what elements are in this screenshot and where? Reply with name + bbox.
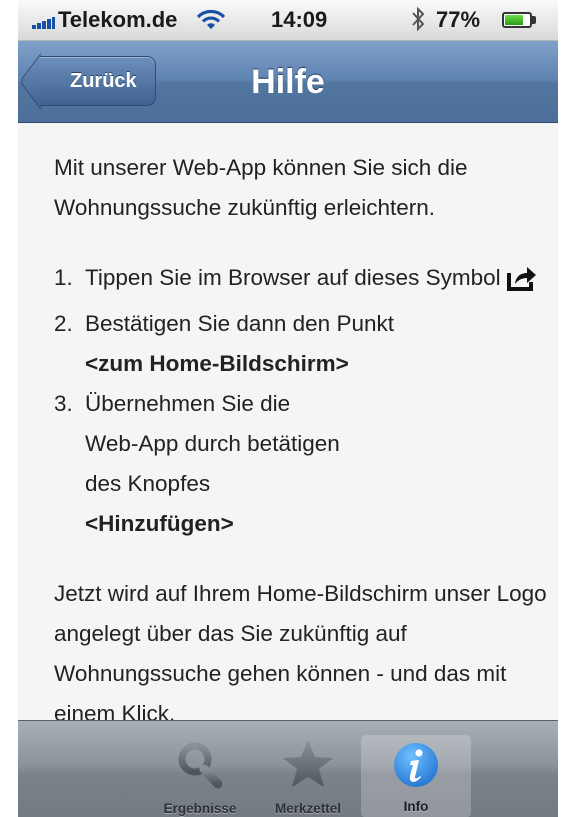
signal-strength-icon [32, 17, 56, 29]
help-content: Mit unserer Web-App können Sie sich die … [54, 148, 549, 734]
step-text: Übernehmen Sie die Web-App durch betätig… [85, 391, 340, 496]
info-icon [361, 737, 471, 798]
wifi-icon [196, 9, 226, 37]
step-emphasis: <Hinzufügen> [85, 511, 234, 536]
step-2: 2. Bestätigen Sie dann den Punkt <zum Ho… [54, 304, 549, 384]
tab-label: Ergebnisse [163, 801, 237, 816]
battery-tip [532, 16, 536, 24]
back-button[interactable]: Zurück [40, 56, 156, 106]
tab-label: Info [403, 799, 429, 814]
tab-ergebnisse[interactable]: Ergebnisse [145, 737, 255, 817]
tab-merkzettel[interactable]: Merkzettel [253, 737, 363, 817]
status-time: 14:09 [271, 7, 328, 32]
carrier-name: Telekom.de [58, 7, 178, 32]
step-number: 1. [54, 265, 73, 290]
tab-bar: Ergebnisse Merkzettel Info [18, 720, 558, 817]
steps-list: 1. Tippen Sie im Browser auf dieses Symb… [54, 258, 549, 544]
step-number: 2. [54, 311, 73, 336]
battery-icon [502, 12, 532, 28]
battery-percent: 77% [436, 7, 481, 32]
step-text: Bestätigen Sie dann den Punkt [85, 311, 394, 336]
navigation-bar: Zurück Hilfe [18, 41, 558, 123]
step-emphasis: <zum Home-Bildschirm> [85, 351, 349, 376]
bluetooth-icon [410, 6, 426, 38]
search-icon [145, 737, 255, 798]
outro-text: Jetzt wird auf Ihrem Home-Bildschirm uns… [54, 581, 547, 726]
status-bar: Telekom.de 14:09 77% [18, 0, 558, 41]
step-3: 3. Übernehmen Sie die Web-App durch betä… [54, 384, 549, 544]
tab-label: Merkzettel [274, 801, 342, 816]
star-icon [253, 737, 363, 798]
step-number: 3. [54, 391, 73, 416]
back-button-label: Zurück [70, 69, 137, 92]
tab-info[interactable]: Info [361, 735, 471, 817]
step-1: 1. Tippen Sie im Browser auf dieses Symb… [54, 258, 549, 304]
intro-text: Mit unserer Web-App können Sie sich die … [54, 155, 468, 220]
step-text: Tippen Sie im Browser auf dieses Symbol [85, 265, 501, 290]
share-icon [506, 264, 537, 304]
phone-screen: Telekom.de 14:09 77% Zurück Hilfe Mit un… [18, 0, 558, 817]
